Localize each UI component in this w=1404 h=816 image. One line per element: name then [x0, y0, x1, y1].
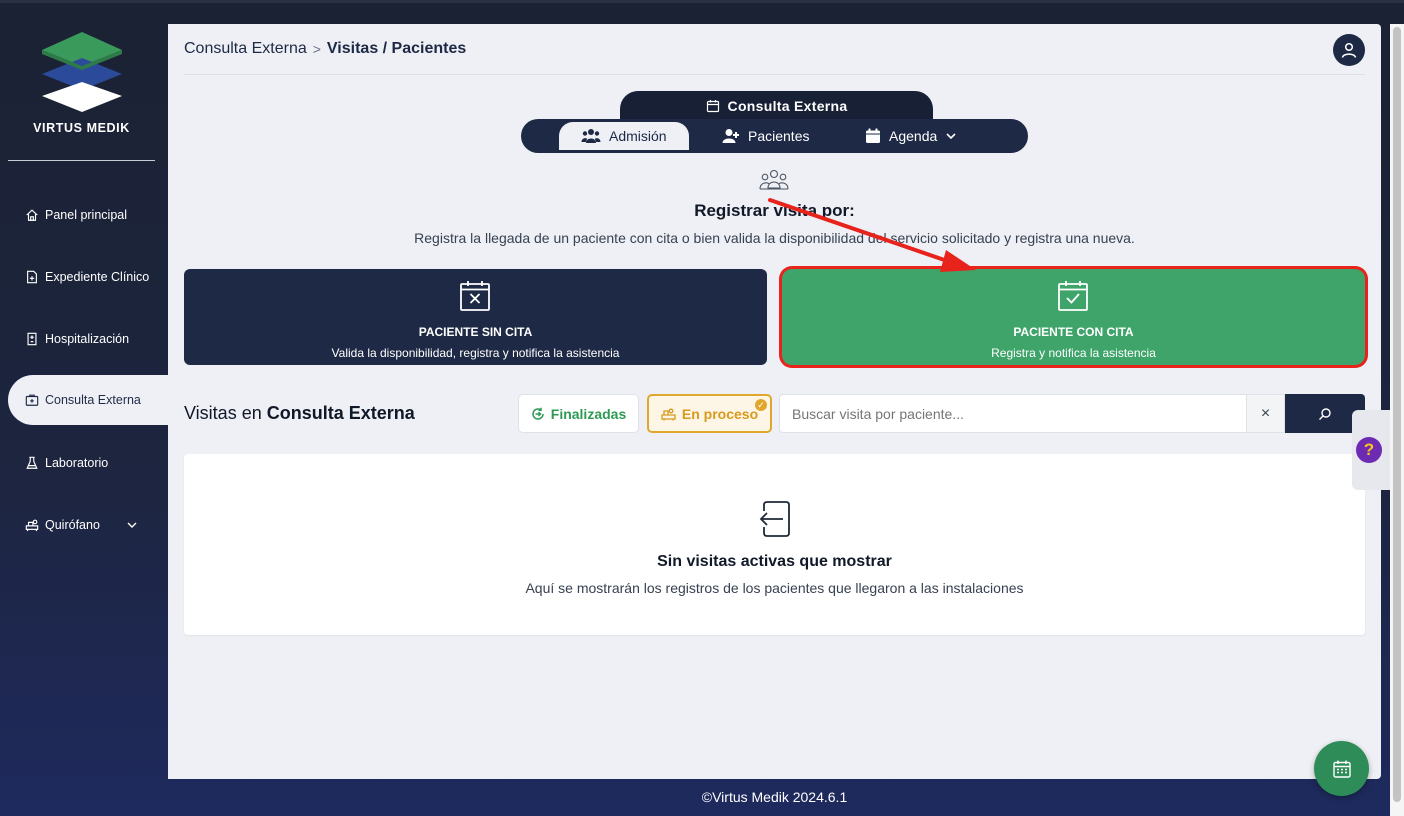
visits-title-service: Consulta Externa [266, 403, 415, 423]
search-input[interactable] [779, 394, 1246, 433]
clear-search-button[interactable]: × [1246, 394, 1285, 433]
people-group-icon [759, 169, 789, 190]
patient-without-appointment-button[interactable]: PACIENTE SIN CITA Valida la disponibilid… [184, 269, 767, 365]
top-strip [0, 0, 1404, 3]
footer-copyright: ©Virtus Medik 2024.6.1 [701, 789, 848, 805]
patient-with-appointment-button[interactable]: PACIENTE CON CITA Registra y notifica la… [782, 269, 1365, 365]
scrollbar-thumb[interactable] [1393, 27, 1401, 802]
breadcrumb: Consulta Externa > Visitas / Pacientes [184, 40, 466, 58]
sign-in-icon [759, 501, 790, 537]
calendar-icon [706, 100, 719, 113]
surgery-icon [25, 519, 39, 532]
card-title: PACIENTE CON CITA [1013, 325, 1134, 339]
chevron-down-icon[interactable] [126, 519, 138, 531]
sidebar-item-label: Quirófano [45, 518, 100, 532]
tab-agenda[interactable]: Agenda [865, 122, 957, 150]
tab-label: Admisión [609, 128, 667, 144]
visits-title-prefix: Visitas en [184, 403, 267, 423]
help-button[interactable]: ? [1356, 437, 1382, 463]
header-divider [184, 74, 1365, 75]
breadcrumb-parent[interactable]: Consulta Externa [184, 40, 307, 58]
sidebar-item-label: Laboratorio [45, 456, 109, 470]
user-avatar-button[interactable] [1333, 34, 1365, 66]
brand-name: VIRTUS MEDIK [33, 121, 130, 135]
chevron-down-icon [946, 133, 956, 140]
clinic-icon [25, 394, 39, 406]
hospital-icon [27, 332, 37, 346]
sidebar-item-consulta-externa[interactable]: Consulta Externa [8, 375, 168, 425]
tab-label: Agenda [889, 128, 938, 144]
section-title: Consulta Externa [727, 98, 848, 114]
home-icon [26, 209, 38, 221]
visits-title: Visitas en Consulta Externa [184, 403, 415, 424]
main-panel: Consulta Externa > Visitas / Pacientes C… [168, 24, 1381, 779]
tab-bar: Admisión Pacientes Agenda [521, 119, 1028, 153]
user-plus-icon [722, 129, 739, 143]
tab-pacientes[interactable]: Pacientes [722, 122, 809, 150]
file-plus-icon [27, 270, 37, 284]
calendar-check-icon [1058, 281, 1088, 311]
sidebar-item-hospitalizacion[interactable]: Hospitalización [8, 314, 168, 364]
card-description: Valida la disponibilidad, registra y not… [331, 346, 620, 360]
refresh-icon [532, 407, 544, 420]
breadcrumb-separator: > [312, 41, 321, 57]
filter-label: En proceso [681, 405, 759, 422]
selected-check-icon: ✓ [755, 399, 767, 411]
flask-icon [26, 456, 38, 469]
sidebar-item-quirofano[interactable]: Quirófano [8, 500, 168, 550]
filter-en-proceso-button[interactable]: En proceso ✓ [647, 394, 772, 433]
calendar-fab-button[interactable] [1314, 741, 1369, 796]
empty-state-subtitle: Aquí se mostrarán los registros de los p… [525, 580, 1024, 596]
empty-visits-card: Sin visitas activas que mostrar Aquí se … [184, 454, 1365, 635]
sidebar-item-expediente-clinico[interactable]: Expediente Clínico [8, 252, 168, 302]
sidebar-item-label: Hospitalización [45, 332, 130, 346]
annotation-arrow [768, 198, 976, 272]
waiting-room-icon [661, 408, 676, 420]
section-title-tab: Consulta Externa [620, 91, 933, 121]
calendar-icon [866, 128, 880, 143]
virtus-medik-logo [42, 32, 122, 112]
calendar-x-icon [460, 281, 490, 311]
users-icon [581, 129, 601, 143]
sidebar-item-laboratorio[interactable]: Laboratorio [8, 438, 168, 488]
search-icon [1319, 407, 1331, 420]
sidebar-item-panel-principal[interactable]: Panel principal [8, 190, 168, 240]
filter-label: Finalizadas [550, 405, 627, 422]
card-title: PACIENTE SIN CITA [418, 325, 533, 339]
sidebar: VIRTUS MEDIK Panel principal Expediente … [0, 0, 168, 816]
calendar-icon [1332, 760, 1351, 778]
tab-label: Pacientes [748, 128, 810, 144]
tab-admision[interactable]: Admisión [559, 122, 689, 150]
card-description: Registra y notifica la asistencia [991, 346, 1156, 360]
sidebar-item-label: Expediente Clínico [45, 270, 150, 284]
user-icon [1341, 42, 1357, 58]
filter-finalizadas-button[interactable]: Finalizadas [518, 394, 639, 433]
sidebar-divider [8, 160, 155, 161]
breadcrumb-current: Visitas / Pacientes [326, 40, 467, 57]
sidebar-item-label: Panel principal [45, 208, 127, 222]
empty-state-title: Sin visitas activas que mostrar [657, 553, 892, 570]
sidebar-item-label: Consulta Externa [45, 393, 141, 407]
